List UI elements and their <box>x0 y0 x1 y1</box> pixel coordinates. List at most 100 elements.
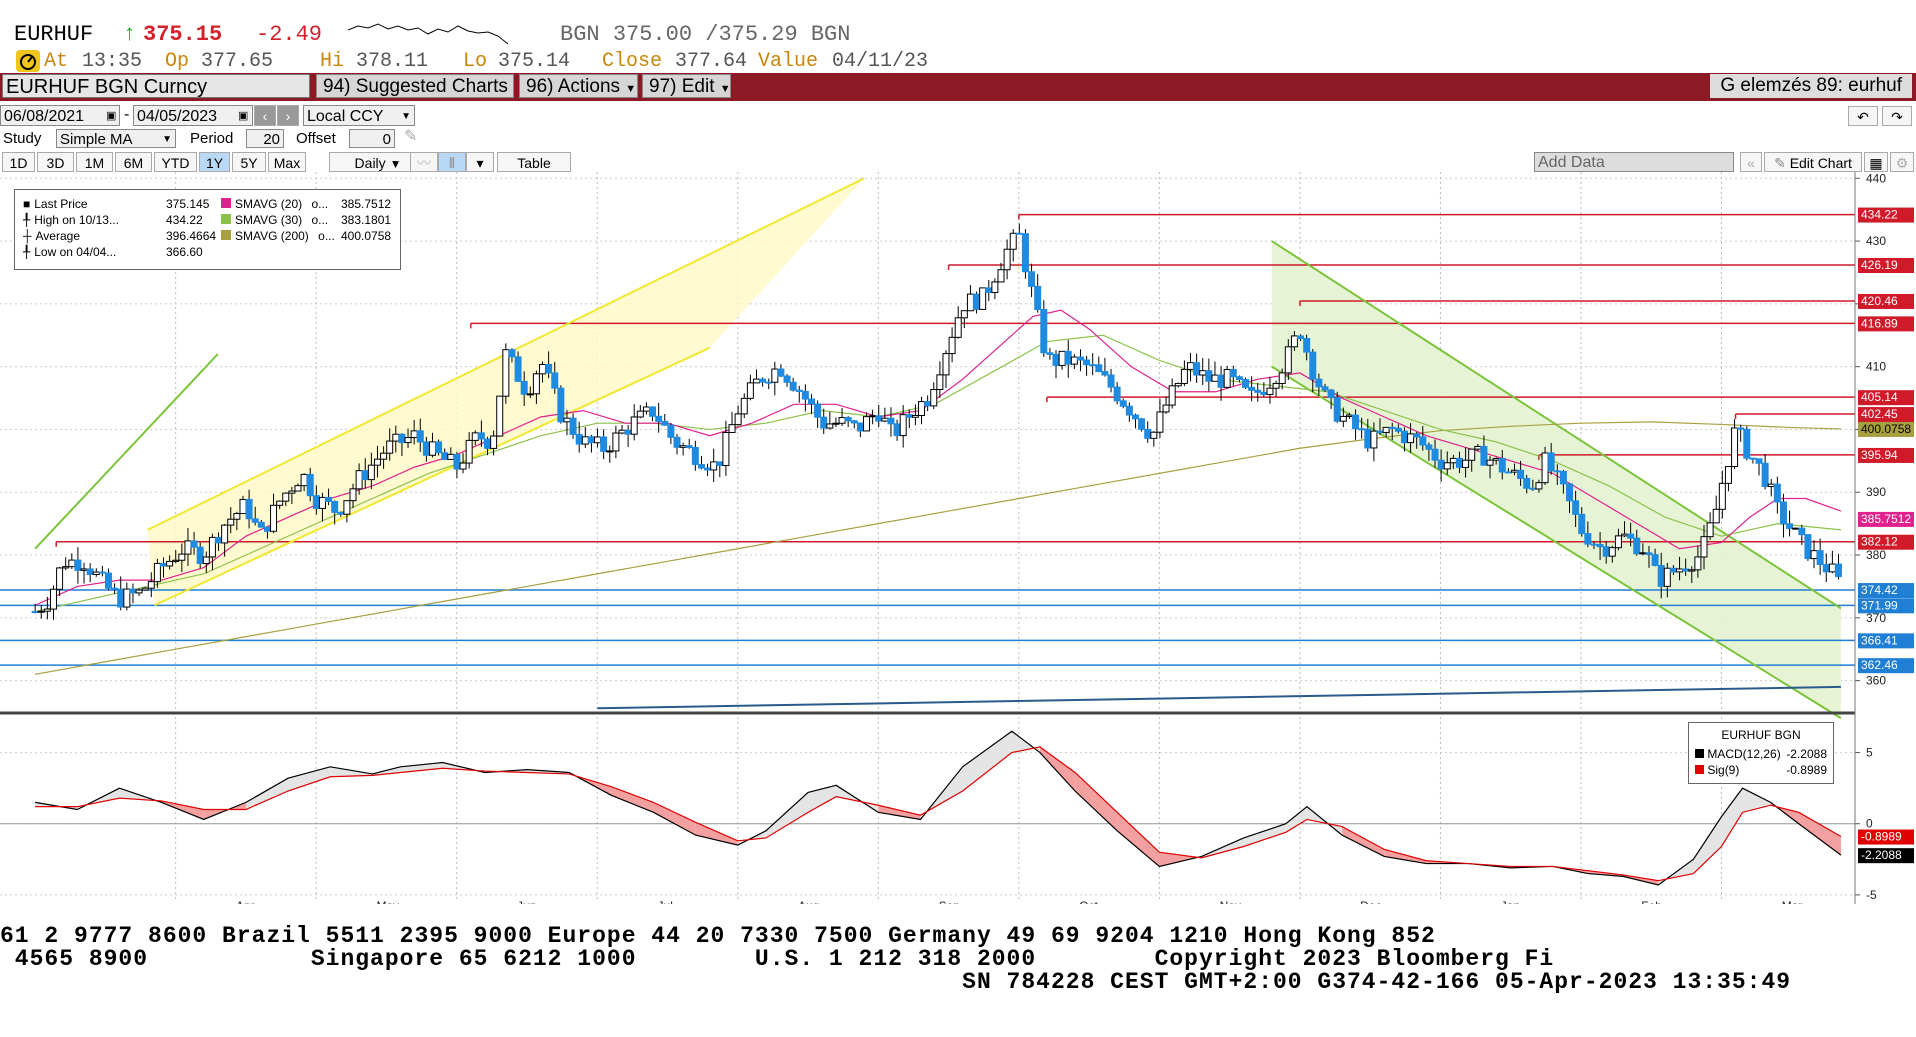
candle-body <box>1633 537 1641 555</box>
redo-icon[interactable]: ↷ <box>1882 106 1912 126</box>
candle-body <box>612 432 620 452</box>
actions-menu[interactable]: 96) Actions ▼ <box>519 74 638 98</box>
month-label: Sep <box>939 899 961 904</box>
calendar-icon[interactable]: ▣ <box>238 109 248 122</box>
candle-body <box>1144 428 1152 439</box>
macd-legend-label: MACD(12,26) <box>1707 747 1781 761</box>
currency-select[interactable]: Local CCY ▼ <box>303 105 415 126</box>
study-select[interactable]: Simple MA ▼ <box>56 129 176 148</box>
line-chart-icon[interactable]: 〰 <box>410 152 438 172</box>
candle-body <box>386 440 394 454</box>
legend-label: Low on 04/04... <box>34 245 117 259</box>
offset-value: 0 <box>382 131 391 148</box>
level-tag: 395.94 <box>1861 448 1898 462</box>
candle-body <box>111 587 119 590</box>
edit-menu[interactable]: 97) Edit ▼ <box>642 74 731 98</box>
candle-body <box>1419 436 1427 446</box>
candle-body <box>575 433 583 445</box>
add-data-input[interactable]: Add Data <box>1534 152 1734 172</box>
candle-body <box>1523 477 1531 489</box>
candle-body <box>245 498 253 520</box>
candle-body <box>1706 522 1714 538</box>
candle-body <box>752 378 760 384</box>
candle-body <box>178 553 186 561</box>
candle-body <box>869 415 877 418</box>
period-label: Period <box>190 130 234 147</box>
range-button-1d[interactable]: 1D <box>2 152 35 172</box>
table-button[interactable]: Table <box>497 152 571 172</box>
candle-body <box>673 436 681 448</box>
range-button-1y[interactable]: 1Y <box>199 152 230 172</box>
candle-body <box>331 501 339 513</box>
prev-arrow-icon[interactable]: ‹ <box>254 105 276 126</box>
candle-body <box>1040 309 1048 354</box>
period-input[interactable]: 20 <box>246 129 284 148</box>
candle-body <box>263 526 271 532</box>
candle-body <box>1321 386 1329 391</box>
calendar-icon[interactable]: ▣ <box>106 109 116 122</box>
candle-body <box>1547 452 1555 472</box>
chart-type-dropdown[interactable]: ▾ <box>466 152 494 172</box>
level-tag: 434.22 <box>1861 208 1898 222</box>
candle-body <box>1737 427 1745 430</box>
legend-label: Average <box>35 229 80 243</box>
candle-body <box>716 461 724 467</box>
edit-chart-button[interactable]: ✎ Edit Chart <box>1764 152 1862 172</box>
next-arrow-icon[interactable]: › <box>277 105 299 126</box>
candle-body <box>630 416 638 435</box>
candle-body <box>856 422 864 432</box>
gauge-icon[interactable] <box>16 50 40 72</box>
candle-body <box>1743 428 1751 459</box>
undo-icon[interactable]: ↶ <box>1848 106 1878 126</box>
candle-body <box>483 438 491 449</box>
candle-body <box>68 559 76 568</box>
candle-body <box>1187 362 1195 370</box>
candle-body <box>282 492 290 502</box>
chart-settings-icon[interactable]: ▦ <box>1864 152 1888 172</box>
candle-body <box>636 410 644 418</box>
security-field[interactable]: EURHUF BGN Curncy <box>2 74 310 98</box>
month-label: Jun <box>517 899 536 904</box>
range-button-3d[interactable]: 3D <box>37 152 74 172</box>
ticker-symbol: EURHUF <box>14 22 94 47</box>
candle-body <box>1529 487 1537 490</box>
candle-body <box>667 424 675 438</box>
range-button-1m[interactable]: 1M <box>76 152 113 172</box>
range-button-max[interactable]: Max <box>268 152 306 172</box>
candle-body <box>172 559 180 562</box>
high-label: Hi <box>320 50 345 73</box>
study-value: Simple MA <box>60 131 133 148</box>
candle-body <box>1504 471 1512 474</box>
candle-body <box>190 540 198 548</box>
candle-body <box>471 432 479 441</box>
range-button-6m[interactable]: 6M <box>115 152 152 172</box>
candle-body <box>697 463 705 469</box>
candle-body <box>1639 552 1647 555</box>
open-label: Op <box>165 50 190 73</box>
candle-body <box>1462 459 1470 468</box>
candle-body <box>1541 452 1549 484</box>
chevron-down-icon: ▼ <box>719 83 731 95</box>
candle-body <box>581 436 589 445</box>
candle-body <box>789 381 797 391</box>
gear-icon[interactable]: ⚙ <box>1890 152 1914 172</box>
range-button-ytd[interactable]: YTD <box>154 152 197 172</box>
legend-row: ╀ Low on 04/04... <box>23 245 116 259</box>
range-button-5y[interactable]: 5Y <box>232 152 266 172</box>
legend-ma-suffix: o... <box>311 197 329 211</box>
pencil-icon: ✎ <box>1774 155 1786 171</box>
date-from-field[interactable]: 06/08/2021 <box>0 105 120 126</box>
candle-body <box>428 441 436 456</box>
candle-body <box>911 414 919 418</box>
collapse-icon[interactable]: « <box>1740 152 1762 172</box>
suggested-charts-button[interactable]: 94) Suggested Charts <box>316 74 514 98</box>
candle-body <box>422 441 430 456</box>
pencil-icon[interactable]: ✎ <box>404 126 417 146</box>
legend-ma-value: 383.1801 <box>341 213 392 227</box>
offset-input[interactable]: 0 <box>349 129 395 148</box>
price-chart[interactable]: 44043042041040039038037036050-5434.22426… <box>0 172 1916 904</box>
date-to-field[interactable]: 04/05/2023 <box>133 105 253 126</box>
candle-chart-icon[interactable]: ⫴ <box>438 152 466 172</box>
month-label: Oct <box>1079 899 1098 904</box>
candle-body <box>1107 374 1115 388</box>
